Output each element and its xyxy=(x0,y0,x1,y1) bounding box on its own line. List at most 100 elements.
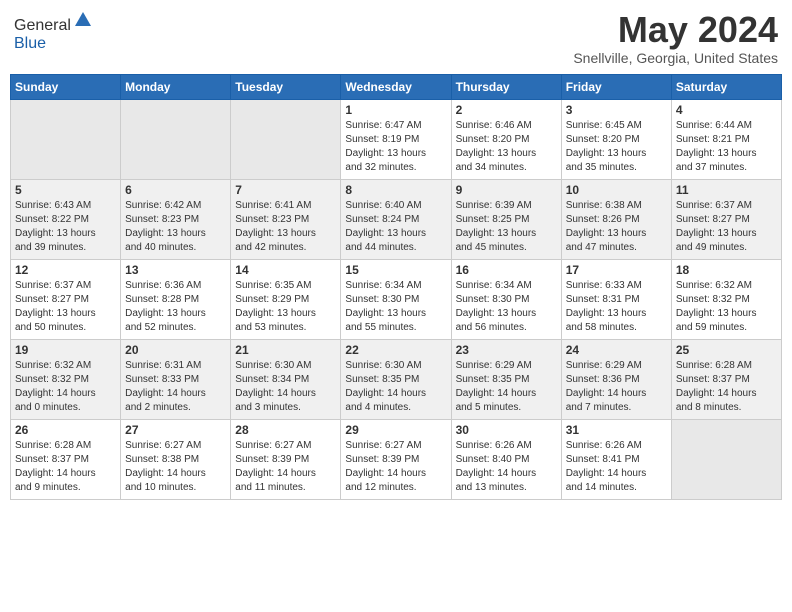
calendar-cell: 17 Sunrise: 6:33 AMSunset: 8:31 PMDayligh… xyxy=(561,259,671,339)
calendar-week-4: 19 Sunrise: 6:32 AMSunset: 8:32 PMDayligh… xyxy=(11,339,782,419)
day-info: Sunrise: 6:27 AMSunset: 8:39 PMDaylight:… xyxy=(235,439,336,495)
day-number: 1 xyxy=(345,103,446,117)
calendar-week-2: 5Sunrise: 6:43 AMSunset: 8:22 PMDaylight… xyxy=(11,179,782,259)
calendar-cell: 1 Sunrise: 6:47 AMSunset: 8:19 PMDaylight… xyxy=(341,99,451,179)
day-info: Sunrise: 6:43 AMSunset: 8:22 PMDaylight:… xyxy=(15,199,116,255)
calendar-cell: 29Sunrise: 6:27 AMSunset: 8:39 PMDayligh… xyxy=(341,419,451,499)
calendar-table: SundayMondayTuesdayWednesdayThursdayFrid… xyxy=(10,74,782,500)
calendar-cell: 20Sunrise: 6:31 AMSunset: 8:33 PMDayligh… xyxy=(121,339,231,419)
calendar-cell: 25 Sunrise: 6:28 AMSunset: 8:37 PMDayligh… xyxy=(671,339,781,419)
day-info: Sunrise: 6:32 AMSunset: 8:32 PMDaylight:… xyxy=(15,359,116,415)
day-number: 25 xyxy=(676,343,777,357)
calendar-cell: 3Sunrise: 6:45 AMSunset: 8:20 PMDaylight… xyxy=(561,99,671,179)
calendar-cell: 10 Sunrise: 6:38 AMSunset: 8:26 PMDayligh… xyxy=(561,179,671,259)
calendar-cell: 15 Sunrise: 6:34 AMSunset: 8:30 PMDayligh… xyxy=(341,259,451,339)
month-title: May 2024 xyxy=(573,10,778,50)
day-info: Sunrise: 6:35 AMSunset: 8:29 PMDaylight:… xyxy=(235,279,336,335)
weekday-header-sunday: Sunday xyxy=(11,74,121,99)
calendar-cell: 9 Sunrise: 6:39 AMSunset: 8:25 PMDaylight… xyxy=(451,179,561,259)
logo: General Blue xyxy=(14,10,93,53)
calendar-cell: 31Sunrise: 6:26 AMSunset: 8:41 PMDayligh… xyxy=(561,419,671,499)
day-info: Sunrise: 6:28 AMSunset: 8:37 PMDaylight:… xyxy=(676,359,777,415)
day-number: 30 xyxy=(456,423,557,437)
calendar-week-3: 12 Sunrise: 6:37 AMSunset: 8:27 PMDayligh… xyxy=(11,259,782,339)
day-info: Sunrise: 6:27 AMSunset: 8:39 PMDaylight:… xyxy=(345,439,446,495)
day-number: 28 xyxy=(235,423,336,437)
day-number: 17 xyxy=(566,263,667,277)
weekday-header-tuesday: Tuesday xyxy=(231,74,341,99)
calendar-cell: 11Sunrise: 6:37 AMSunset: 8:27 PMDayligh… xyxy=(671,179,781,259)
day-number: 18 xyxy=(676,263,777,277)
calendar-header: SundayMondayTuesdayWednesdayThursdayFrid… xyxy=(11,74,782,99)
calendar-cell: 27Sunrise: 6:27 AMSunset: 8:38 PMDayligh… xyxy=(121,419,231,499)
weekday-header-saturday: Saturday xyxy=(671,74,781,99)
day-number: 26 xyxy=(15,423,116,437)
calendar-cell: 18 Sunrise: 6:32 AMSunset: 8:32 PMDayligh… xyxy=(671,259,781,339)
day-info: Sunrise: 6:34 AMSunset: 8:30 PMDaylight:… xyxy=(456,279,557,335)
day-number: 11 xyxy=(676,183,777,197)
day-info: Sunrise: 6:26 AMSunset: 8:40 PMDaylight:… xyxy=(456,439,557,495)
day-number: 8 xyxy=(345,183,446,197)
weekday-header-wednesday: Wednesday xyxy=(341,74,451,99)
day-info: Sunrise: 6:41 AMSunset: 8:23 PMDaylight:… xyxy=(235,199,336,255)
calendar-cell xyxy=(231,99,341,179)
calendar-cell: 4 Sunrise: 6:44 AMSunset: 8:21 PMDaylight… xyxy=(671,99,781,179)
day-number: 22 xyxy=(345,343,446,357)
weekday-header-friday: Friday xyxy=(561,74,671,99)
calendar-cell: 16 Sunrise: 6:34 AMSunset: 8:30 PMDayligh… xyxy=(451,259,561,339)
calendar-cell xyxy=(11,99,121,179)
day-info: Sunrise: 6:40 AMSunset: 8:24 PMDaylight:… xyxy=(345,199,446,255)
calendar-cell: 22Sunrise: 6:30 AMSunset: 8:35 PMDayligh… xyxy=(341,339,451,419)
day-number: 9 xyxy=(456,183,557,197)
calendar-cell: 5Sunrise: 6:43 AMSunset: 8:22 PMDaylight… xyxy=(11,179,121,259)
calendar-cell: 28 Sunrise: 6:27 AMSunset: 8:39 PMDayligh… xyxy=(231,419,341,499)
logo-icon xyxy=(73,10,93,30)
logo-general-text: General xyxy=(14,17,71,34)
location-text: Snellville, Georgia, United States xyxy=(573,50,778,66)
weekday-header-thursday: Thursday xyxy=(451,74,561,99)
day-number: 10 xyxy=(566,183,667,197)
calendar-cell: 2Sunrise: 6:46 AMSunset: 8:20 PMDaylight… xyxy=(451,99,561,179)
day-info: Sunrise: 6:29 AMSunset: 8:35 PMDaylight:… xyxy=(456,359,557,415)
day-info: Sunrise: 6:30 AMSunset: 8:34 PMDaylight:… xyxy=(235,359,336,415)
day-info: Sunrise: 6:31 AMSunset: 8:33 PMDaylight:… xyxy=(125,359,226,415)
calendar-cell xyxy=(121,99,231,179)
day-info: Sunrise: 6:38 AMSunset: 8:26 PMDaylight:… xyxy=(566,199,667,255)
day-number: 19 xyxy=(15,343,116,357)
calendar-cell: 8 Sunrise: 6:40 AMSunset: 8:24 PMDaylight… xyxy=(341,179,451,259)
day-info: Sunrise: 6:26 AMSunset: 8:41 PMDaylight:… xyxy=(566,439,667,495)
calendar-body: 1 Sunrise: 6:47 AMSunset: 8:19 PMDaylight… xyxy=(11,99,782,499)
calendar-cell: 12 Sunrise: 6:37 AMSunset: 8:27 PMDayligh… xyxy=(11,259,121,339)
day-info: Sunrise: 6:44 AMSunset: 8:21 PMDaylight:… xyxy=(676,119,777,175)
calendar-week-5: 26 Sunrise: 6:28 AMSunset: 8:37 PMDayligh… xyxy=(11,419,782,499)
header-row: SundayMondayTuesdayWednesdayThursdayFrid… xyxy=(11,74,782,99)
day-info: Sunrise: 6:33 AMSunset: 8:31 PMDaylight:… xyxy=(566,279,667,335)
day-info: Sunrise: 6:47 AMSunset: 8:19 PMDaylight:… xyxy=(345,119,446,175)
day-number: 15 xyxy=(345,263,446,277)
day-info: Sunrise: 6:37 AMSunset: 8:27 PMDaylight:… xyxy=(15,279,116,335)
calendar-cell: 24 Sunrise: 6:29 AMSunset: 8:36 PMDayligh… xyxy=(561,339,671,419)
day-number: 24 xyxy=(566,343,667,357)
day-number: 4 xyxy=(676,103,777,117)
day-number: 6 xyxy=(125,183,226,197)
title-block: May 2024 Snellville, Georgia, United Sta… xyxy=(573,10,778,66)
day-info: Sunrise: 6:27 AMSunset: 8:38 PMDaylight:… xyxy=(125,439,226,495)
day-info: Sunrise: 6:34 AMSunset: 8:30 PMDaylight:… xyxy=(345,279,446,335)
calendar-cell xyxy=(671,419,781,499)
logo-blue-text: Blue xyxy=(14,35,46,52)
weekday-header-monday: Monday xyxy=(121,74,231,99)
day-info: Sunrise: 6:39 AMSunset: 8:25 PMDaylight:… xyxy=(456,199,557,255)
calendar-cell: 21 Sunrise: 6:30 AMSunset: 8:34 PMDayligh… xyxy=(231,339,341,419)
day-info: Sunrise: 6:28 AMSunset: 8:37 PMDaylight:… xyxy=(15,439,116,495)
day-number: 16 xyxy=(456,263,557,277)
day-info: Sunrise: 6:29 AMSunset: 8:36 PMDaylight:… xyxy=(566,359,667,415)
day-number: 21 xyxy=(235,343,336,357)
day-info: Sunrise: 6:32 AMSunset: 8:32 PMDaylight:… xyxy=(676,279,777,335)
calendar-cell: 6 Sunrise: 6:42 AMSunset: 8:23 PMDaylight… xyxy=(121,179,231,259)
day-number: 14 xyxy=(235,263,336,277)
day-number: 12 xyxy=(15,263,116,277)
day-info: Sunrise: 6:46 AMSunset: 8:20 PMDaylight:… xyxy=(456,119,557,175)
calendar-cell: 26 Sunrise: 6:28 AMSunset: 8:37 PMDayligh… xyxy=(11,419,121,499)
day-info: Sunrise: 6:42 AMSunset: 8:23 PMDaylight:… xyxy=(125,199,226,255)
day-info: Sunrise: 6:36 AMSunset: 8:28 PMDaylight:… xyxy=(125,279,226,335)
